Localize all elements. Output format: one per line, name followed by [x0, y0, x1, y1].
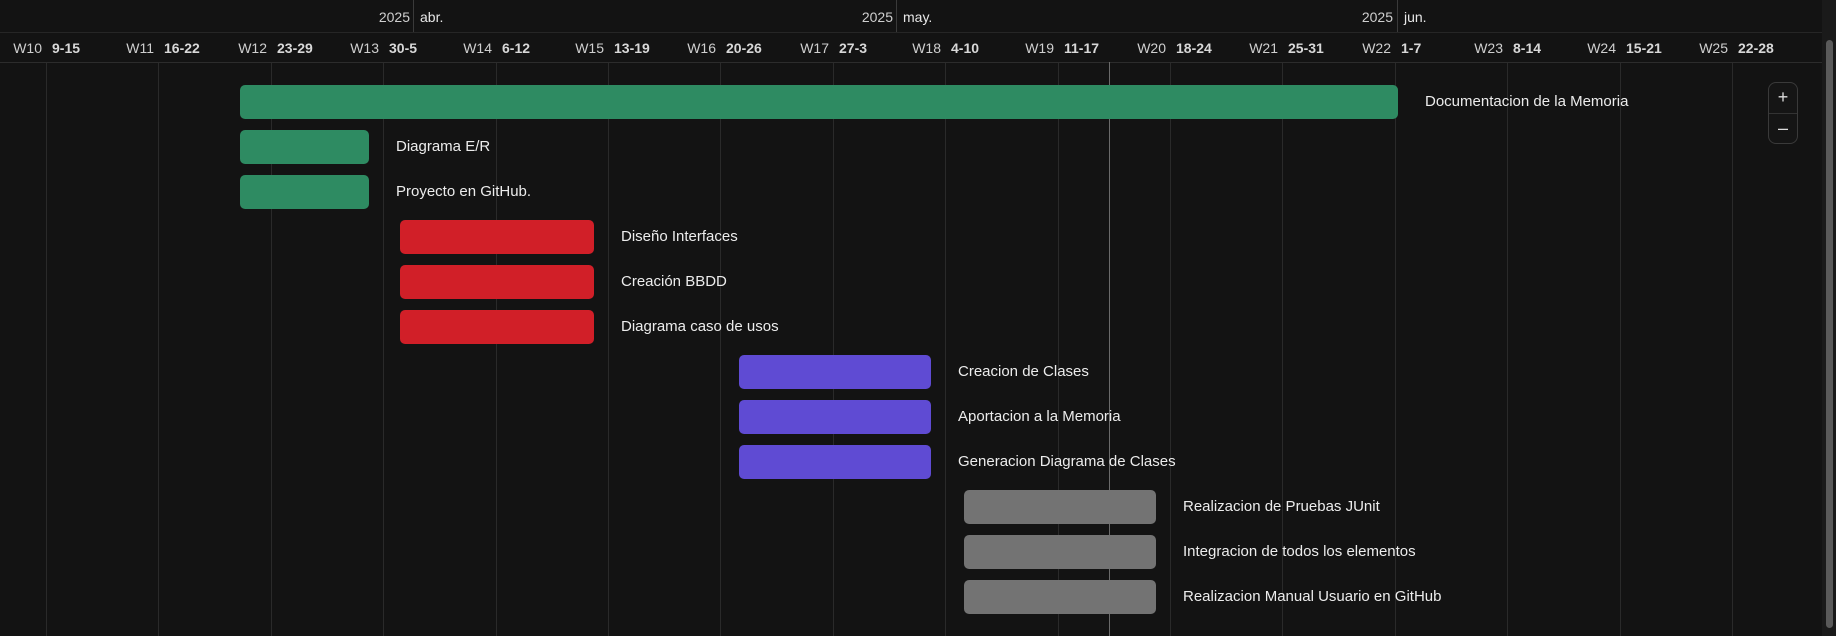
month-label: may.	[903, 9, 933, 25]
task-bar[interactable]	[739, 400, 931, 434]
week-number-label: W11	[126, 40, 154, 56]
week-gridline	[46, 0, 47, 636]
week-range-label: 8-14	[1513, 40, 1542, 56]
week-number-label: W14	[463, 40, 492, 56]
week-range-label: 1-7	[1401, 40, 1422, 56]
month-label: jun.	[1404, 9, 1427, 25]
week-range-label: 18-24	[1176, 40, 1212, 56]
month-divider	[413, 0, 414, 32]
week-gridline	[158, 0, 159, 636]
week-range-label: 23-29	[277, 40, 313, 56]
week-range-label: 16-22	[164, 40, 200, 56]
task-label: Documentacion de la Memoria	[1425, 93, 1629, 110]
week-gridline	[1732, 0, 1733, 636]
week-number-label: W16	[687, 40, 716, 56]
week-range-label: 9-15	[52, 40, 81, 56]
task-label: Diagrama caso de usos	[621, 318, 779, 335]
task-bar[interactable]	[240, 175, 369, 209]
task-bar[interactable]	[964, 535, 1156, 569]
zoom-control: + –	[1768, 82, 1798, 144]
week-number-label: W20	[1137, 40, 1166, 56]
week-range-label: 27-3	[839, 40, 868, 56]
week-range-label: 20-26	[726, 40, 762, 56]
month-year-label: 2025	[378, 9, 410, 25]
task-label: Diagrama E/R	[396, 138, 491, 155]
task-label: Realizacion de Pruebas JUnit	[1183, 498, 1380, 515]
gantt-chart: 2025 abr. 2025 may. 2025 jun. W10 9-15 W11…	[0, 0, 1836, 636]
week-number-label: W21	[1249, 40, 1278, 56]
vertical-scrollbar[interactable]	[1826, 40, 1833, 628]
week-number-label: W17	[800, 40, 829, 56]
week-range-label: 4-10	[951, 40, 980, 56]
month-label: abr.	[420, 9, 444, 25]
week-number-label: W15	[575, 40, 604, 56]
week-range-label: 25-31	[1288, 40, 1324, 56]
task-bar[interactable]	[964, 580, 1156, 614]
week-number-label: W13	[350, 40, 379, 56]
task-bar[interactable]	[400, 265, 594, 299]
task-label: Integracion de todos los elementos	[1183, 543, 1416, 560]
header-row-divider	[0, 32, 1836, 33]
task-label: Realizacion Manual Usuario en GitHub	[1183, 588, 1442, 605]
week-number-label: W12	[238, 40, 267, 56]
task-bar[interactable]	[240, 130, 369, 164]
task-label: Diseño Interfaces	[621, 228, 738, 245]
week-number-label: W23	[1474, 40, 1503, 56]
week-number-label: W18	[912, 40, 941, 56]
week-number-label: W25	[1699, 40, 1728, 56]
task-bar[interactable]	[739, 355, 931, 389]
zoom-out-button[interactable]: –	[1769, 114, 1797, 144]
task-bar[interactable]	[739, 445, 931, 479]
task-label: Proyecto en GitHub.	[396, 183, 532, 200]
task-label: Aportacion a la Memoria	[958, 408, 1121, 425]
task-bar[interactable]	[964, 490, 1156, 524]
task-bar[interactable]	[400, 310, 594, 344]
week-range-label: 15-21	[1626, 40, 1662, 56]
week-range-label: 22-28	[1738, 40, 1774, 56]
task-bar[interactable]	[400, 220, 594, 254]
task-label: Creación BBDD	[621, 273, 727, 290]
task-bar[interactable]	[240, 85, 1398, 119]
task-label: Creacion de Clases	[958, 363, 1089, 380]
month-divider	[896, 0, 897, 32]
week-range-label: 11-17	[1064, 40, 1100, 56]
zoom-in-button[interactable]: +	[1769, 83, 1797, 113]
task-label: Generacion Diagrama de Clases	[958, 453, 1176, 470]
month-divider	[1397, 0, 1398, 32]
timeline-header: 2025 abr. 2025 may. 2025 jun. W10 9-15 W11…	[0, 0, 1836, 63]
week-number-label: W24	[1587, 40, 1616, 56]
week-number-label: W10	[13, 40, 42, 56]
month-year-label: 2025	[861, 9, 893, 25]
month-year-label: 2025	[1361, 9, 1393, 25]
week-range-label: 6-12	[502, 40, 531, 56]
week-range-label: 13-19	[614, 40, 650, 56]
week-range-label: 30-5	[389, 40, 418, 56]
week-number-label: W19	[1025, 40, 1054, 56]
week-number-label: W22	[1362, 40, 1391, 56]
